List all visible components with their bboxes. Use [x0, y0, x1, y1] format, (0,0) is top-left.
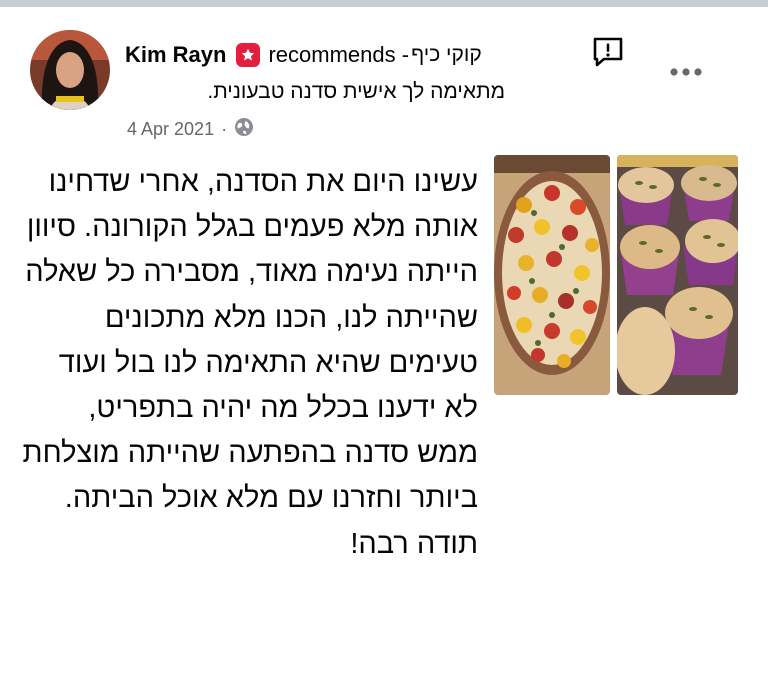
globe-icon[interactable]	[234, 117, 254, 142]
muffins-photo[interactable]	[617, 155, 738, 395]
post-header: Kim Rayn recommends - קוקי כיף	[125, 40, 482, 70]
avatar[interactable]	[30, 30, 110, 110]
tart-photo[interactable]	[494, 155, 610, 395]
recommend-badge-icon	[236, 43, 261, 67]
page-name-link[interactable]: קוקי כיף	[411, 43, 482, 67]
meta-separator: ·	[221, 118, 228, 139]
post-date[interactable]: 4 Apr 2021	[127, 119, 214, 140]
post-body-text: עשינו היום את הסדנה, אחרי שדחינו אותה מל…	[22, 166, 478, 515]
post-body: עשינו היום את הסדנה, אחרי שדחינו אותה מל…	[20, 160, 478, 567]
recommends-label: recommends -	[268, 42, 410, 67]
post-thanks-text: תודה רבה!	[350, 527, 478, 560]
post-meta: 4 Apr 2021 ·	[127, 116, 254, 142]
recommendation-tagline: מתאימה לך אישית סדנה טבעונית.	[207, 80, 505, 103]
report-icon[interactable]	[590, 34, 626, 70]
author-name[interactable]: Kim Rayn	[125, 42, 226, 68]
top-divider	[0, 0, 768, 7]
more-options-icon[interactable]	[668, 65, 704, 77]
